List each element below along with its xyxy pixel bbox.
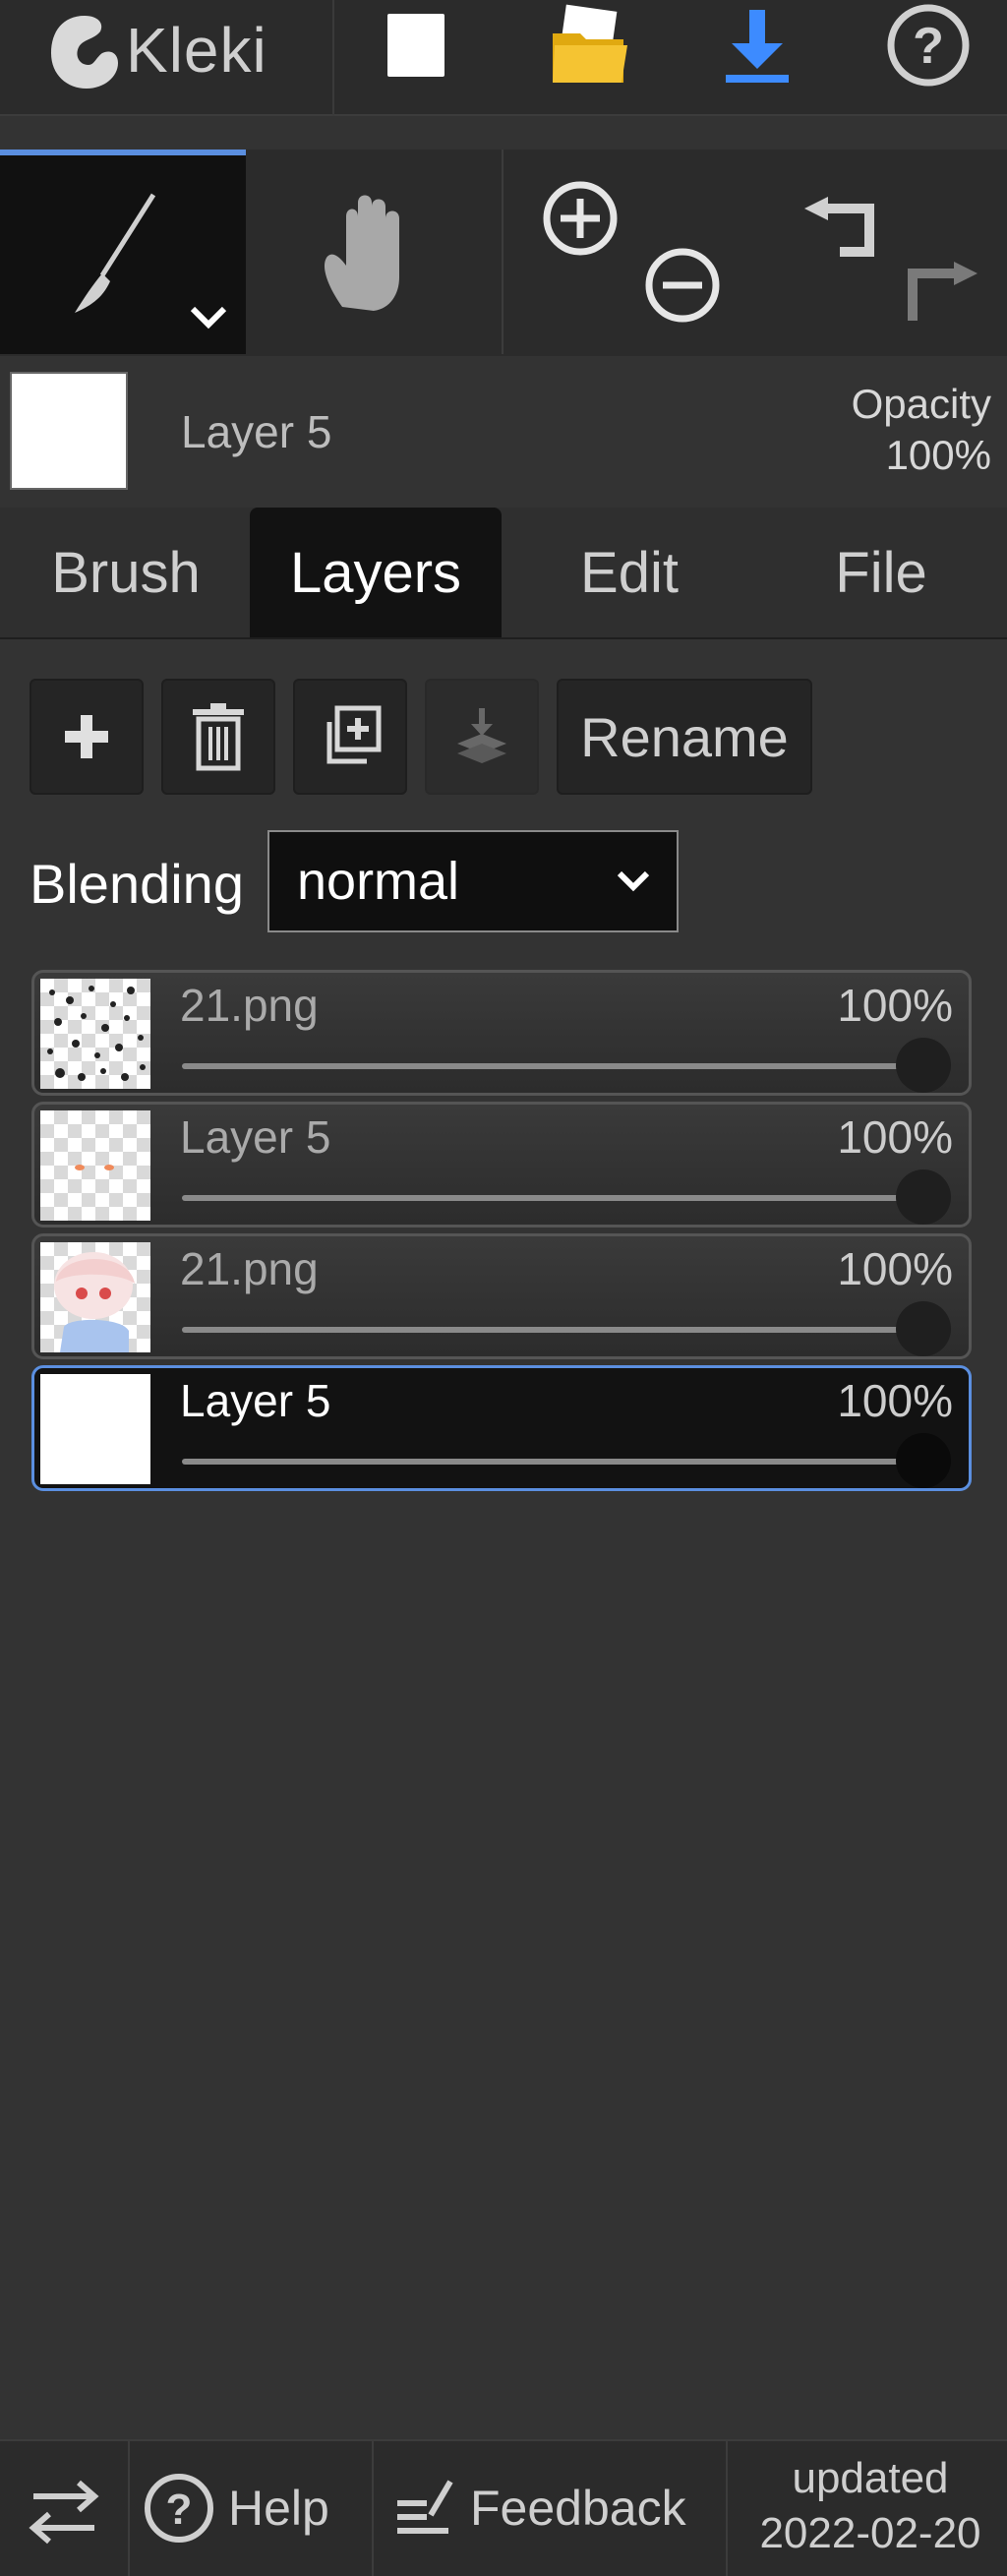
help-label: Help [228,2481,329,2536]
layer-opacity-value: 100% [837,980,953,1031]
feedback-icon [397,2480,453,2534]
blending-label: Blending [30,853,244,915]
kleki-logo-icon [45,10,124,94]
feedback-link[interactable]: Feedback [393,2459,718,2557]
layer-opacity-value: 100% [837,1111,953,1163]
svg-text:?: ? [166,2486,193,2534]
layer-item[interactable]: 21.png 100% [31,1233,972,1359]
plus-icon [65,715,108,758]
layer-name: Layer 5 [180,1375,331,1426]
layer-opacity-value: 100% [837,1375,953,1426]
tab-layers[interactable]: Layers [250,508,502,637]
app-logo-text: Kleki [126,15,267,86]
layer-thumbnail [40,1110,150,1221]
svg-text:?: ? [913,18,944,75]
layer-opacity-slider[interactable] [182,1063,900,1069]
blending-mode-value: normal [297,852,460,911]
layer-item[interactable]: 21.png 100% [31,970,972,1096]
layer-thumbnail [40,1374,150,1484]
preview-layer-name: Layer 5 [181,406,332,457]
updated-date: 2022-02-20 [759,2509,981,2557]
layer-opacity-handle[interactable] [896,1038,951,1093]
layer-preview-thumbnail[interactable] [10,372,128,490]
opacity-label: Opacity [851,381,991,427]
add-layer-button[interactable] [30,679,144,795]
layer-thumbnail [40,1242,150,1352]
brush-tool-button[interactable] [0,150,246,354]
new-image-icon [387,14,444,77]
hand-tool-button[interactable] [248,150,502,354]
layer-name: Layer 5 [180,1111,331,1163]
download-icon [726,10,789,83]
layer-opacity-value: 100% [837,1243,953,1294]
undo-button[interactable] [793,177,891,275]
bottom-divider [372,2441,374,2576]
layer-thumbnail [40,979,150,1089]
open-folder-icon [553,4,627,83]
layer-opacity-handle[interactable] [896,1169,951,1225]
opacity-value: 100% [885,432,991,478]
delete-layer-button[interactable] [161,679,275,795]
blending-mode-select[interactable]: normal [267,830,679,932]
duplicate-icon [326,705,382,764]
redo-button[interactable] [891,242,989,340]
zoom-in-button[interactable] [531,177,629,275]
tool-divider [502,150,504,354]
brush-icon [75,193,156,313]
zoom-in-icon [543,181,618,256]
trash-icon [193,703,244,771]
help-circle-icon: ? [145,2474,213,2543]
rename-layer-button[interactable]: Rename [557,679,812,795]
help-button[interactable]: ? [879,0,977,98]
layer-opacity-slider[interactable] [182,1195,900,1201]
open-image-button[interactable] [541,0,639,98]
updated-label: updated [792,2454,949,2502]
layer-opacity-handle[interactable] [896,1433,951,1488]
layer-name: 21.png [180,1243,319,1294]
layer-name: 21.png [180,980,319,1031]
feedback-label: Feedback [470,2481,686,2536]
bottom-divider [726,2441,728,2576]
merge-down-button[interactable] [425,679,539,795]
download-button[interactable] [708,0,806,98]
layer-item[interactable]: Layer 5 100% [31,1102,972,1228]
duplicate-layer-button[interactable] [293,679,407,795]
help-circle-icon: ? [887,4,970,87]
new-image-button[interactable] [370,0,468,98]
zoom-out-button[interactable] [633,244,732,342]
undo-icon [804,197,874,257]
bottom-divider [128,2441,130,2576]
tab-brush[interactable]: Brush [0,508,252,637]
layer-opacity-slider[interactable] [182,1459,900,1465]
help-link[interactable]: ? Help [142,2459,368,2557]
chevron-down-icon [617,870,650,892]
swap-side-button[interactable] [20,2467,108,2555]
layer-opacity-handle[interactable] [896,1301,951,1356]
swap-icon [29,2480,99,2545]
layer-opacity-slider[interactable] [182,1327,900,1333]
toolbar-divider [332,0,334,116]
preview-opacity: Opacity 100% [852,379,991,481]
tab-file[interactable]: File [755,508,1007,637]
merge-down-icon [457,708,506,763]
chevron-down-icon [190,306,227,329]
hand-icon [324,195,399,311]
redo-icon [908,262,977,321]
zoom-out-icon [645,248,720,323]
version-info: updated 2022-02-20 [734,2451,1007,2561]
layer-item-selected[interactable]: Layer 5 100% [31,1365,972,1491]
tab-edit[interactable]: Edit [504,508,755,637]
